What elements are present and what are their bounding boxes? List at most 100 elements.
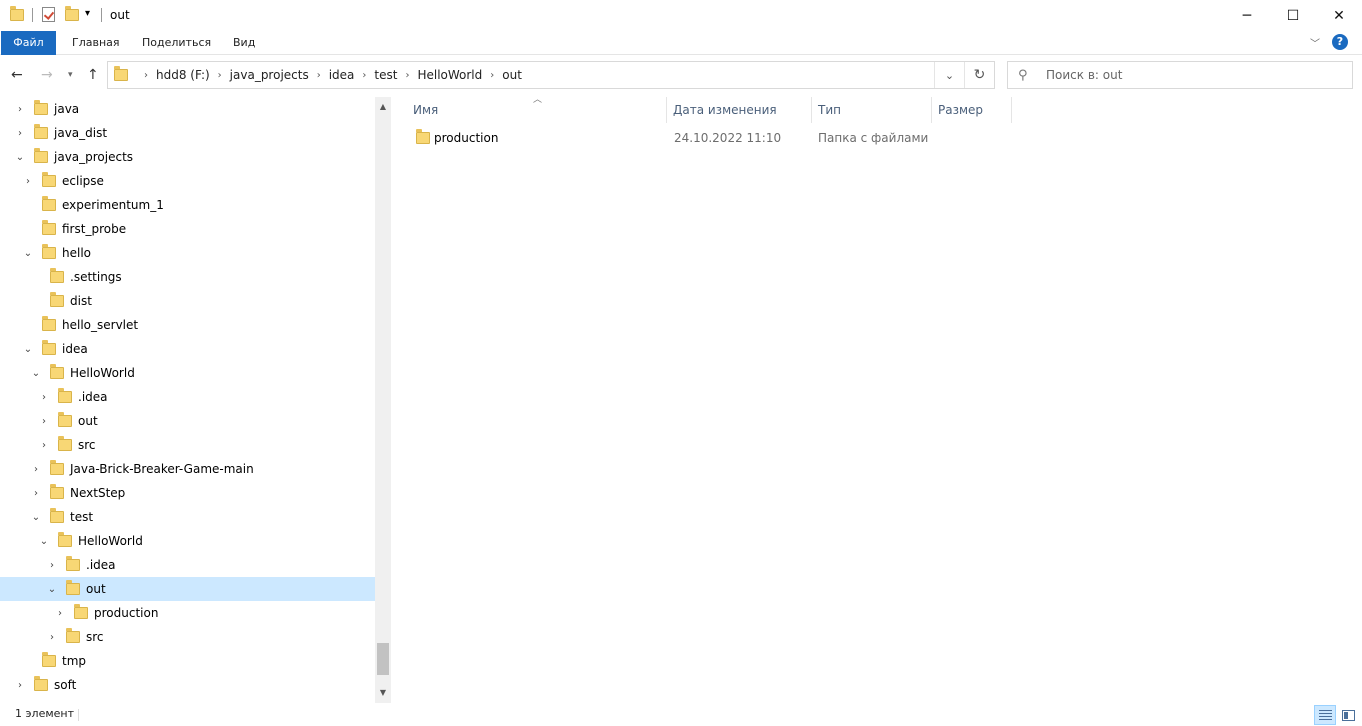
tiles-view-button[interactable] [1337, 705, 1359, 725]
chevron-right-icon[interactable]: › [45, 632, 59, 643]
chevron-down-icon[interactable]: ⌄ [21, 248, 35, 259]
chevron-right-icon[interactable]: › [490, 70, 494, 81]
breadcrumb-java-projects[interactable]: java_projects [230, 68, 309, 82]
tree-item-brick-breaker[interactable]: › Java-Brick-Breaker-Game-main [0, 457, 375, 481]
chevron-right-icon[interactable]: › [45, 560, 59, 571]
tree-item-eclipse[interactable]: › eclipse [0, 169, 375, 193]
tree-item-test-out-selected[interactable]: ⌄ out [0, 577, 375, 601]
chevron-right-icon[interactable]: › [405, 70, 409, 81]
tree-item-test-src[interactable]: › src [0, 625, 375, 649]
tree-item-dist[interactable]: dist [0, 289, 375, 313]
tree-item-idea-hidden[interactable]: › .idea [0, 385, 375, 409]
tree-item-nextstep[interactable]: › NextStep [0, 481, 375, 505]
title-bar: ▾ out ─ ☐ ✕ [0, 0, 1362, 31]
tree-item-experimentum[interactable]: experimentum_1 [0, 193, 375, 217]
chevron-right-icon[interactable]: › [317, 70, 321, 81]
chevron-right-icon[interactable]: › [53, 608, 67, 619]
chevron-down-icon[interactable]: ▾ [85, 8, 90, 19]
chevron-right-icon[interactable]: › [37, 392, 51, 403]
tree-item-java-dist[interactable]: › java_dist [0, 121, 375, 145]
window-title: out [110, 8, 130, 22]
recent-chevron-icon[interactable]: ▾ [68, 70, 73, 80]
chevron-down-icon[interactable]: ⌄ [29, 512, 43, 523]
chevron-down-icon[interactable]: ⌄ [13, 152, 27, 163]
tab-share[interactable]: Поделиться [140, 31, 213, 55]
tree-item-hello[interactable]: ⌄ hello [0, 241, 375, 265]
breadcrumb-drive[interactable]: hdd8 (F:) [156, 68, 210, 82]
breadcrumb-out[interactable]: out [502, 68, 522, 82]
chevron-down-icon[interactable]: ⌄ [29, 368, 43, 379]
file-type: Папка с файлами [818, 131, 929, 145]
chevron-right-icon[interactable]: › [37, 416, 51, 427]
chevron-right-icon[interactable]: › [13, 104, 27, 115]
file-name: production [434, 131, 499, 145]
column-header-name[interactable]: Имя [407, 97, 667, 123]
search-input[interactable] [1046, 68, 1336, 82]
chevron-down-icon[interactable]: ⌄ [21, 344, 35, 355]
chevron-down-icon[interactable]: ⌄ [45, 584, 59, 595]
tree-item-soft[interactable]: › soft [0, 673, 375, 697]
tree-item-java[interactable]: › java [0, 97, 375, 121]
tree-item-production[interactable]: › production [0, 601, 375, 625]
expand-ribbon-icon[interactable]: ﹀ [1310, 35, 1320, 50]
tree-item-src[interactable]: › src [0, 433, 375, 457]
close-button[interactable]: ✕ [1316, 0, 1362, 31]
back-arrow-icon[interactable]: ← [11, 67, 23, 83]
tab-file[interactable]: Файл [1, 31, 56, 55]
tree-item-test[interactable]: ⌄ test [0, 505, 375, 529]
chevron-right-icon[interactable]: › [37, 440, 51, 451]
tree-item-test-idea[interactable]: › .idea [0, 553, 375, 577]
tree-item-first-probe[interactable]: first_probe [0, 217, 375, 241]
folder-icon [50, 508, 64, 523]
chevron-right-icon[interactable]: › [144, 70, 148, 81]
breadcrumb-idea[interactable]: idea [329, 68, 355, 82]
breadcrumb-helloworld[interactable]: HelloWorld [417, 68, 482, 82]
column-header-size[interactable]: Размер [932, 97, 1012, 123]
maximize-button[interactable]: ☐ [1270, 0, 1316, 31]
details-view-button[interactable] [1314, 705, 1336, 725]
tree-item-helloworld[interactable]: ⌄ HelloWorld [0, 361, 375, 385]
chevron-right-icon[interactable]: › [13, 680, 27, 691]
help-icon[interactable]: ? [1332, 34, 1348, 50]
folder-icon [34, 124, 48, 139]
tab-home[interactable]: Главная [70, 31, 122, 55]
chevron-right-icon[interactable]: › [29, 488, 43, 499]
chevron-down-icon[interactable]: ⌄ [37, 536, 51, 547]
minimize-button[interactable]: ─ [1224, 0, 1270, 31]
tree-item-tmp[interactable]: tmp [0, 649, 375, 673]
tree-scrollbar[interactable]: ▲ ▼ [375, 97, 391, 703]
scrollbar-thumb[interactable] [377, 643, 389, 675]
chevron-right-icon[interactable]: › [29, 464, 43, 475]
tree-item-java-projects[interactable]: ⌄ java_projects [0, 145, 375, 169]
tree-item-hello-servlet[interactable]: hello_servlet [0, 313, 375, 337]
tree-item-settings[interactable]: .settings [0, 265, 375, 289]
history-chevron-icon[interactable]: ⌄ [934, 62, 964, 88]
tree-item-out[interactable]: › out [0, 409, 375, 433]
chevron-right-icon[interactable]: › [13, 128, 27, 139]
column-header-date[interactable]: Дата изменения [667, 97, 812, 123]
breadcrumb-test[interactable]: test [374, 68, 397, 82]
scroll-up-icon[interactable]: ▲ [375, 99, 391, 115]
up-arrow-icon[interactable]: ↑ [87, 67, 99, 83]
refresh-icon[interactable]: ↻ [964, 62, 994, 88]
scroll-down-icon[interactable]: ▼ [375, 685, 391, 701]
tree-item-label: .idea [78, 390, 108, 404]
tab-view[interactable]: Вид [231, 31, 257, 55]
properties-icon[interactable] [42, 7, 55, 22]
address-bar[interactable]: › hdd8 (F:) › java_projects › idea › tes… [107, 61, 995, 89]
tree-item-idea[interactable]: ⌄ idea [0, 337, 375, 361]
new-folder-icon[interactable] [65, 6, 79, 21]
folder-icon [114, 66, 128, 81]
tree-item-test-helloworld[interactable]: ⌄ HelloWorld [0, 529, 375, 553]
file-row[interactable]: production 24.10.2022 11:10 Папка с файл… [407, 126, 932, 150]
chevron-right-icon[interactable]: › [21, 176, 35, 187]
chevron-right-icon[interactable]: › [218, 70, 222, 81]
folder-icon [34, 676, 48, 691]
folder-icon [50, 460, 64, 475]
chevron-right-icon[interactable]: › [362, 70, 366, 81]
search-box[interactable]: ⚲ [1007, 61, 1353, 89]
forward-arrow-icon[interactable]: → [41, 67, 53, 83]
tree-item-label: hello [62, 246, 91, 260]
column-header-type[interactable]: Тип [812, 97, 932, 123]
tree-item-label: experimentum_1 [62, 198, 164, 212]
